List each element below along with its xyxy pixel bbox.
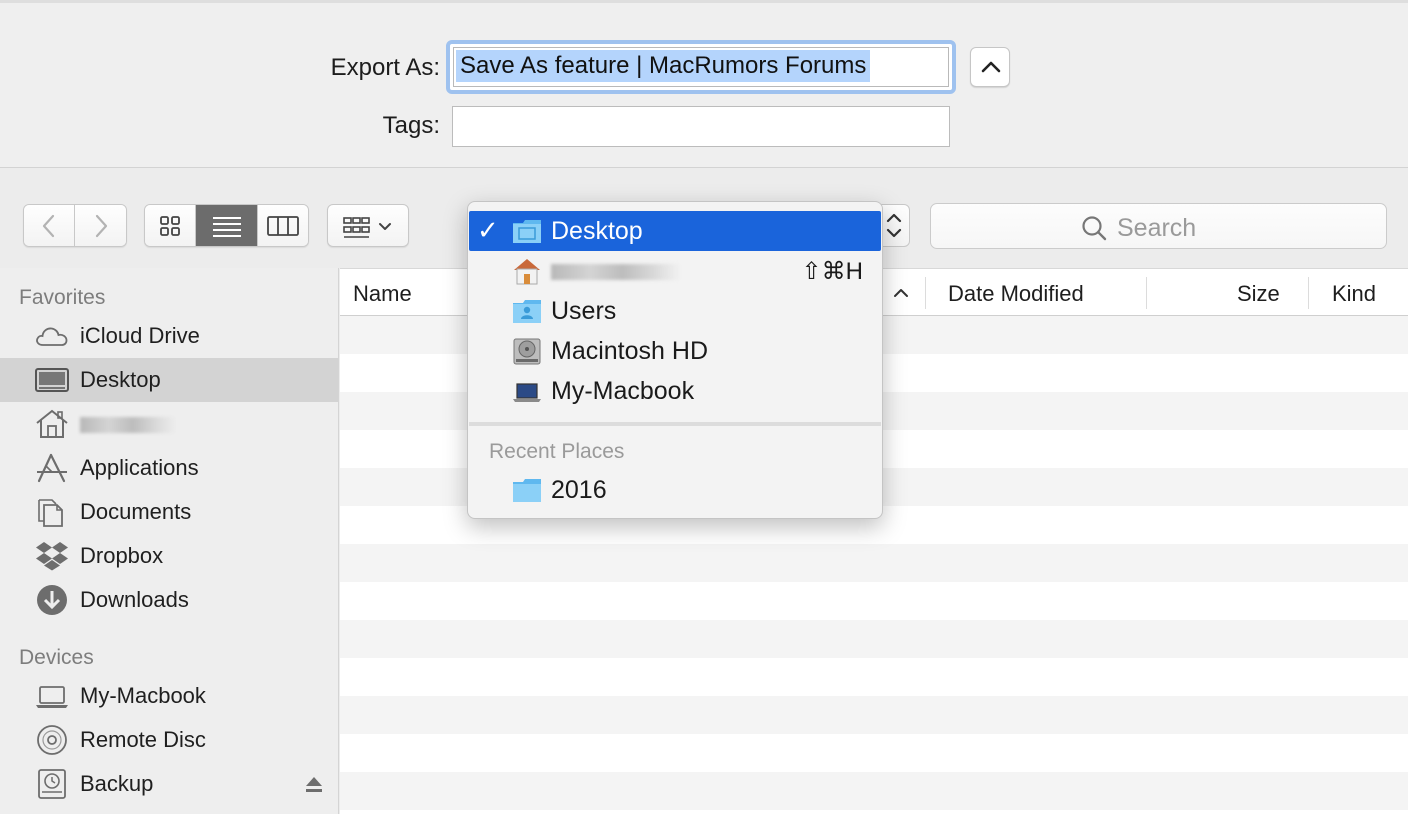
chevron-right-icon xyxy=(95,214,107,237)
search-placeholder: Search xyxy=(1117,214,1197,242)
favorites-header: Favorites xyxy=(19,286,106,309)
backup-drive-icon xyxy=(38,769,66,799)
menu-item-label: 2016 xyxy=(551,476,607,504)
column-kind[interactable]: Kind xyxy=(1332,281,1376,307)
location-popup-menu: ✓ Desktop ⇧⌘H Users Macintosh HD My-Macb… xyxy=(467,201,883,519)
export-as-field[interactable]: Save As feature | MacRumors Forums xyxy=(446,40,956,94)
back-forward-control xyxy=(23,204,127,247)
sidebar-item-label: Downloads xyxy=(80,587,189,612)
top-divider xyxy=(0,0,1408,3)
up-down-chevron-icon xyxy=(886,213,902,238)
sidebar-item-label: Documents xyxy=(80,499,192,524)
users-folder-icon xyxy=(513,300,541,323)
column-name[interactable]: Name xyxy=(353,281,412,307)
arrange-icon xyxy=(343,217,391,238)
redacted-username xyxy=(551,257,681,286)
column-size[interactable]: Size xyxy=(1237,281,1280,307)
sidebar-item-documents[interactable]: Documents xyxy=(0,490,338,534)
sidebar-item-label: Backup xyxy=(80,771,154,796)
sidebar-item-label: iCloud Drive xyxy=(80,323,200,348)
home-icon xyxy=(36,409,68,438)
redacted-username xyxy=(80,411,176,437)
table-row xyxy=(340,544,1408,582)
eject-icon[interactable] xyxy=(304,774,324,794)
document-icon xyxy=(38,499,63,527)
grid-icon xyxy=(160,215,181,236)
home-icon xyxy=(514,259,540,285)
column-view-button[interactable] xyxy=(257,205,308,246)
tags-label: Tags: xyxy=(382,112,440,139)
sidebar-item-home[interactable] xyxy=(0,402,338,446)
menu-item-2016[interactable]: 2016 xyxy=(469,470,881,510)
menu-item-home[interactable]: ⇧⌘H xyxy=(469,251,881,291)
sidebar: Favorites iCloud Drive Desktop Applicati… xyxy=(0,268,339,814)
menu-item-my-macbook[interactable]: My-Macbook xyxy=(469,371,881,411)
sidebar-item-label: Remote Disc xyxy=(80,727,206,752)
sidebar-item-downloads[interactable]: Downloads xyxy=(0,578,338,622)
folder-icon xyxy=(513,479,541,502)
arrange-button[interactable] xyxy=(327,204,409,247)
menu-item-macintosh-hd[interactable]: Macintosh HD xyxy=(469,331,881,371)
applications-icon xyxy=(37,453,67,483)
export-as-value[interactable]: Save As feature | MacRumors Forums xyxy=(456,50,871,82)
chevron-left-icon xyxy=(42,214,55,237)
search-field[interactable]: Search xyxy=(930,203,1387,249)
table-row xyxy=(340,734,1408,772)
menu-item-shortcut: ⇧⌘H xyxy=(801,258,863,285)
menu-separator xyxy=(469,422,881,426)
menu-item-label: Macintosh HD xyxy=(551,337,708,365)
search-icon xyxy=(1082,216,1107,241)
sidebar-item-label: My-Macbook xyxy=(80,683,206,708)
desktop-folder-icon xyxy=(513,220,541,243)
chevron-up-icon xyxy=(981,61,1001,73)
checkmark-icon: ✓ xyxy=(477,215,499,245)
dropbox-icon xyxy=(36,542,68,571)
table-row xyxy=(340,658,1408,696)
cloud-icon xyxy=(36,327,68,346)
sidebar-item-remote-disc[interactable]: Remote Disc xyxy=(0,718,338,762)
menu-item-label: My-Macbook xyxy=(551,377,695,405)
sidebar-item-label: Dropbox xyxy=(80,543,164,568)
sidebar-item-applications[interactable]: Applications xyxy=(0,446,338,490)
menu-item-users[interactable]: Users xyxy=(469,291,881,331)
menu-item-desktop[interactable]: ✓ Desktop xyxy=(469,211,881,251)
laptop-icon xyxy=(513,383,541,402)
download-icon xyxy=(37,585,67,615)
export-as-label: Export As: xyxy=(330,54,440,81)
table-row xyxy=(340,620,1408,658)
column-date-modified[interactable]: Date Modified xyxy=(948,281,1084,307)
sort-ascending-icon[interactable] xyxy=(891,283,911,303)
view-mode-control xyxy=(144,204,309,247)
recent-places-header: Recent Places xyxy=(489,440,625,463)
laptop-icon xyxy=(36,686,68,708)
collapse-dialog-button[interactable] xyxy=(970,47,1010,87)
forward-button[interactable] xyxy=(75,205,126,246)
sidebar-item-desktop[interactable]: Desktop xyxy=(0,358,338,402)
devices-header: Devices xyxy=(19,646,94,669)
sidebar-item-my-macbook[interactable]: My-Macbook xyxy=(0,674,338,718)
table-row xyxy=(340,696,1408,734)
back-button[interactable] xyxy=(24,205,76,246)
sidebar-item-label: Applications xyxy=(80,455,199,480)
sidebar-item-dropbox[interactable]: Dropbox xyxy=(0,534,338,578)
hard-drive-icon xyxy=(513,338,541,365)
icon-view-button[interactable] xyxy=(145,205,197,246)
desktop-icon xyxy=(35,368,69,392)
table-row xyxy=(340,582,1408,620)
sidebar-item-icloud-drive[interactable]: iCloud Drive xyxy=(0,314,338,358)
tags-field[interactable] xyxy=(452,106,950,147)
menu-item-label: Desktop xyxy=(551,217,643,245)
sidebar-item-backup[interactable]: Backup xyxy=(0,762,338,806)
disc-icon xyxy=(37,725,67,755)
list-view-button[interactable] xyxy=(196,205,258,246)
table-row xyxy=(340,772,1408,810)
sidebar-item-label: Desktop xyxy=(80,367,161,392)
menu-item-label: Users xyxy=(551,297,617,325)
columns-icon xyxy=(266,215,299,236)
export-header: Export As: Save As feature | MacRumors F… xyxy=(0,0,1408,168)
list-icon xyxy=(212,216,241,237)
